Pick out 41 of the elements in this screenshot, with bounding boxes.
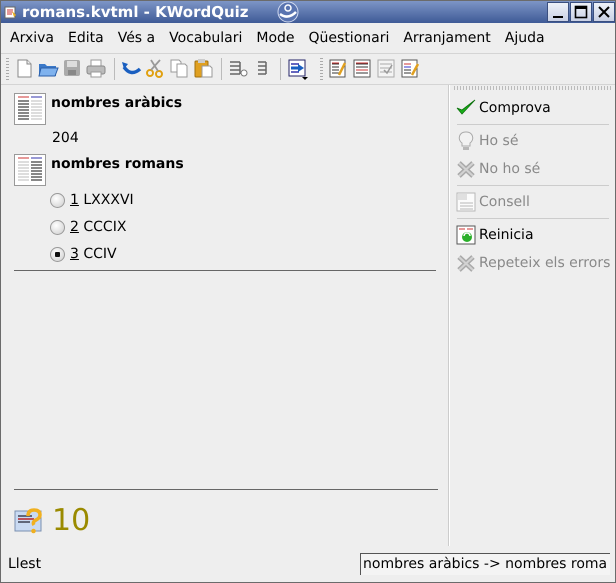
arrow-document-icon — [287, 58, 309, 80]
menu-item[interactable]: Vés a — [110, 30, 162, 46]
document-icon — [455, 224, 477, 246]
option-label[interactable]: 2 CCCIX — [70, 219, 126, 235]
minimize-icon — [553, 16, 563, 18]
status-message: Llest — [8, 556, 42, 572]
cross-icon — [455, 158, 477, 180]
minimize-button[interactable] — [547, 2, 569, 22]
question-text: 204 — [52, 130, 80, 146]
maximize-button[interactable] — [570, 2, 592, 22]
radio-button[interactable] — [50, 246, 65, 262]
window-title: romans.kvtml - KWordQuiz — [22, 3, 249, 21]
edit-document-icon — [400, 58, 422, 80]
menu-item[interactable]: Qüestionari — [302, 30, 396, 46]
answer-heading: nombres romans — [51, 155, 184, 172]
radio-button[interactable] — [50, 220, 65, 234]
menu-item[interactable]: Ajuda — [498, 30, 552, 46]
menu-item[interactable]: Arranjament — [396, 30, 498, 46]
table-icon — [14, 93, 46, 125]
menu-item[interactable]: Edita — [61, 30, 111, 46]
table-icon — [14, 154, 46, 186]
option-label[interactable]: 3 CCIV — [70, 246, 117, 262]
cross-icon — [455, 252, 477, 274]
maximize-icon — [573, 4, 589, 20]
menu-item[interactable]: Mode — [249, 30, 302, 46]
printer-icon — [86, 58, 108, 80]
app-icon — [4, 5, 18, 19]
action-button[interactable]: Comprova — [450, 94, 551, 122]
card-icon — [455, 191, 477, 213]
action-button[interactable]: Reinicia — [450, 221, 534, 249]
menu-item[interactable]: Vocabulari — [162, 30, 250, 46]
close-button[interactable] — [593, 2, 615, 22]
close-icon — [596, 4, 612, 20]
paste-icon — [193, 58, 215, 80]
radio-button[interactable] — [50, 192, 65, 208]
option-label[interactable]: 1 LXXXVI — [70, 192, 134, 208]
question-mark-icon — [14, 507, 44, 535]
status-mode: nombres aràbics -> nombres roma — [360, 553, 610, 575]
menu-item[interactable]: Arxiva — [3, 30, 61, 46]
question-heading: nombres aràbics — [51, 94, 182, 111]
score-count: 10 — [52, 504, 90, 538]
